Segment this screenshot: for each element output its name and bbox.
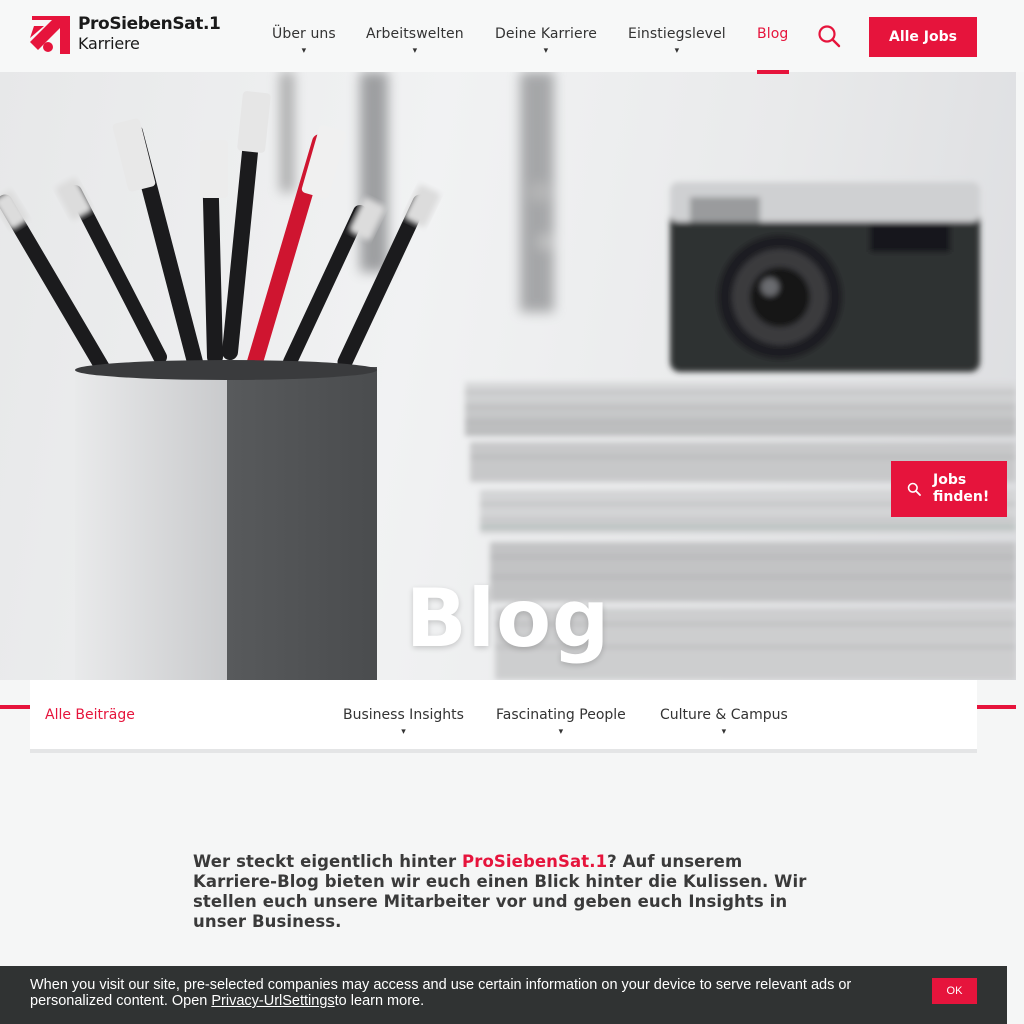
accent-line [977,705,1016,709]
nav-item-deine-karriere[interactable]: Deine Karriere ▾ [495,26,597,56]
chevron-down-icon: ▾ [721,727,727,737]
privacy-settings-link[interactable]: Privacy-UrlSettings [211,993,334,1009]
logo[interactable]: ProSiebenSat.1 Karriere [30,14,221,54]
nav-label: Einstiegslevel [628,26,726,42]
tab-label: Culture & Campus [660,707,788,723]
cookie-banner: When you visit our site, pre-selected co… [0,966,1007,1024]
tab-label: Business Insights [343,707,464,723]
chevron-down-icon: ▾ [543,46,549,56]
intro-text-part: Wer steckt eigentlich hinter [193,852,463,871]
blog-category-nav: Alle Beiträge Business Insights ▾ Fascin… [30,680,977,753]
divider [30,749,977,753]
cookie-text-part: to learn more. [334,993,425,1009]
site-header: ProSiebenSat.1 Karriere Über uns ▾ Arbei… [0,0,1024,74]
nav-active-indicator [757,70,789,74]
nav-item-blog[interactable]: Blog [757,26,788,42]
tab-business-insights[interactable]: Business Insights ▾ [343,707,464,737]
search-icon [818,25,841,48]
chevron-down-icon: ▾ [412,46,418,56]
nav-item-arbeitswelten[interactable]: Arbeitswelten ▾ [366,26,464,56]
all-jobs-button[interactable]: Alle Jobs [869,17,977,57]
nav-item-einstiegslevel[interactable]: Einstiegslevel ▾ [628,26,726,56]
jobs-finden-label: Jobs finden! [933,472,990,505]
nav-label: Deine Karriere [495,26,597,42]
tab-fascinating-people[interactable]: Fascinating People ▾ [496,707,626,737]
accent-line [0,705,30,709]
tab-alle-beitraege[interactable]: Alle Beiträge [45,707,135,723]
search-button[interactable] [816,23,842,49]
intro-brand-name: ProSiebenSat.1 [462,852,608,871]
intro-text: Wer steckt eigentlich hinter ProSiebenSa… [193,852,813,932]
cookie-text: When you visit our site, pre-selected co… [30,977,900,1009]
prosieben-logo-icon [30,16,70,54]
chevron-down-icon: ▾ [674,46,680,56]
tab-label: Alle Beiträge [45,707,135,723]
chevron-down-icon: ▾ [301,46,307,56]
jobs-finden-button[interactable]: Jobs finden! [891,461,1007,517]
hero-title: Blog [405,572,611,665]
nav-label: Arbeitswelten [366,26,464,42]
cookie-ok-button[interactable]: OK [932,978,977,1004]
cookie-text-part: When you visit our site, pre-selected co… [30,977,852,1009]
nav-label: Über uns [272,26,336,42]
tab-culture-campus[interactable]: Culture & Campus ▾ [660,707,788,737]
tab-label: Fascinating People [496,707,626,723]
hero-banner: Blog [0,72,1016,680]
chevron-down-icon: ▾ [401,727,406,737]
nav-label: Blog [757,26,789,42]
nav-item-ueber-uns[interactable]: Über uns ▾ [272,26,336,56]
chevron-down-icon: ▾ [558,727,564,737]
search-icon [907,482,921,496]
logo-subtitle: Karriere [78,34,140,53]
logo-brand-text: ProSiebenSat.1 [78,14,221,34]
